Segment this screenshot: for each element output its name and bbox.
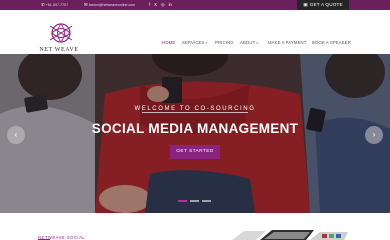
chevron-left-icon: ‹ [14,130,18,139]
slider-pagination [178,200,211,202]
chevron-down-icon: ▾ [205,41,208,45]
intro-section: NETWEAVE SOCIAL [0,213,390,240]
page: { "topbar": { "phone": "+61-507-7707", "… [0,0,390,240]
nav-home[interactable]: HOME [162,39,175,47]
x-twitter-icon[interactable]: X [154,0,157,10]
slider-prev-button[interactable]: ‹ [7,126,25,144]
nav-about-label: ABOUT [240,40,256,45]
hero-headline: SOCIAL MEDIA MANAGEMENT [91,121,299,136]
nav-make-a-payment[interactable]: MAKE A PAYMENT [268,39,307,47]
chevron-down-icon: ▾ [256,41,258,45]
hero-slider: WELCOME TO CO-SOURCING SOCIAL MEDIA MANA… [0,54,390,213]
cart-icon: ▣ [303,2,308,7]
slider-dot[interactable] [202,200,211,202]
get-a-quote-button[interactable]: ▣ GET A QUOTE [297,0,349,10]
linkedin-icon[interactable]: in [169,0,172,10]
slider-dot[interactable] [190,200,199,202]
site-header: NET WEAVE Social • AI • Digital HOME SER… [0,10,390,59]
nav-book-a-speaker[interactable]: BOOK A SPEAKER [312,39,351,47]
get-a-quote-label: GET A QUOTE [309,2,343,7]
top-bar: ✆ +61-507-7707 ✉ barton@netweaveonline.c… [0,0,390,10]
nav-services[interactable]: SERVICES▾ [182,39,207,47]
email-link[interactable]: ✉ barton@netweaveonline.com [84,0,135,10]
instagram-icon[interactable]: ◎ [161,0,165,10]
device-mockup-image [232,230,348,240]
net-weave-logo-icon[interactable] [48,21,74,45]
facebook-icon[interactable]: f [149,0,150,10]
phone-icon: ✆ [41,2,45,7]
email-icon: ✉ [84,2,88,7]
social-links: f X ◎ in [149,0,172,10]
slider-next-button[interactable]: › [365,126,383,144]
slider-dot[interactable] [178,200,187,202]
hero-welcome-underline [142,112,248,113]
email-address: barton@netweaveonline.com [88,3,136,7]
phone-number: +61-507-7707 [45,3,69,7]
chevron-right-icon: › [372,130,376,139]
nav-services-label: SERVICES [182,40,205,45]
brand-name: NET WEAVE [39,47,79,53]
nav-pricing[interactable]: PRICING [215,39,234,47]
get-started-button[interactable]: GET STARTED [170,145,220,159]
phone-link[interactable]: ✆ +61-507-7707 [41,0,68,10]
nav-about[interactable]: ABOUT▾ [240,39,258,47]
